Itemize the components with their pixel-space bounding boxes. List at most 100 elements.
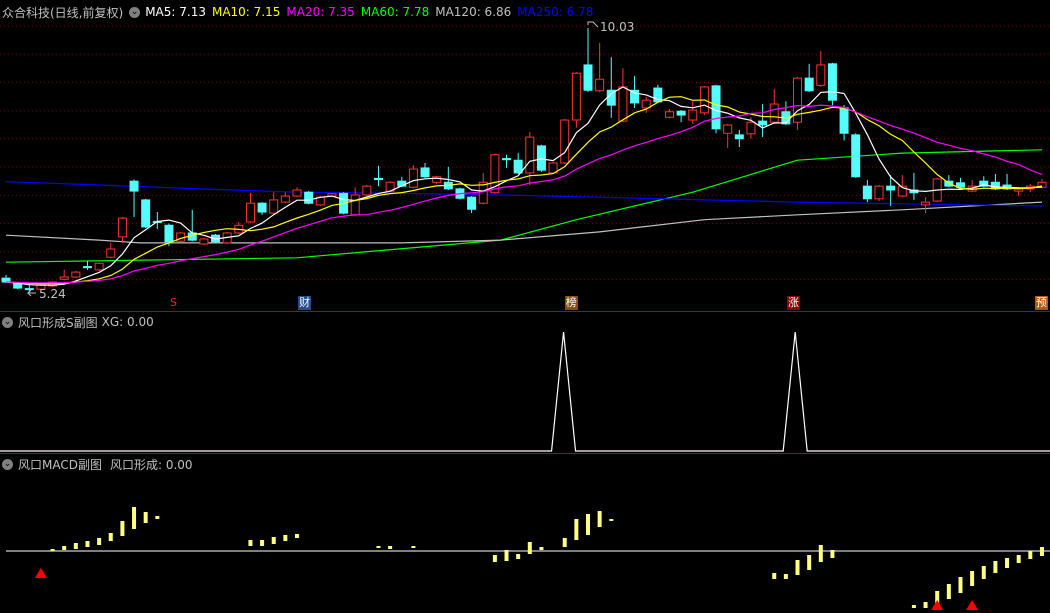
macd-bar [527, 542, 532, 554]
candle [676, 110, 686, 123]
candle-body [350, 194, 360, 216]
candle [909, 172, 919, 200]
candle [502, 154, 512, 168]
stock-title: 众合科技(日线,前复权) [2, 5, 124, 20]
candle-body [304, 191, 314, 204]
marker-forecast[interactable]: 预 [1034, 296, 1048, 310]
candle-body [851, 134, 861, 178]
chevron-down-icon[interactable]: ⌄ [129, 6, 141, 18]
macd-bar [1039, 547, 1044, 556]
macd-bar [795, 560, 800, 575]
buy-signal-triangle-icon [34, 568, 47, 578]
candle-body [688, 109, 698, 121]
candle-body [536, 145, 546, 171]
candle-body [804, 77, 814, 92]
xg-indicator-panel[interactable] [0, 331, 1050, 452]
chevron-down-icon[interactable]: ⌄ [2, 316, 13, 328]
main-chart-header: 众合科技(日线,前复权) ⌄ MA5: 7.13 MA10: 7.15 MA20… [2, 3, 599, 21]
candle [199, 237, 209, 246]
macd-bar [504, 550, 509, 561]
candle-body [921, 201, 931, 206]
chevron-down-icon[interactable]: ⌄ [2, 458, 13, 470]
macd-bar [818, 545, 823, 562]
candle-body [641, 99, 651, 109]
candle-body [816, 64, 826, 86]
price-grid [0, 25, 1050, 281]
macd-indicator-panel[interactable] [6, 507, 1050, 610]
macd-bar [73, 543, 78, 549]
candle [432, 175, 442, 184]
candle-body [106, 248, 116, 258]
candle [129, 179, 139, 217]
candle-body [862, 185, 872, 200]
candle [688, 101, 698, 124]
candle-body [502, 158, 512, 161]
macd-bar [993, 561, 998, 573]
sub1-header: ⌄ 风口形成S副图 XG: 0.00 [2, 313, 160, 331]
candle [280, 192, 290, 204]
candle-body [269, 199, 279, 214]
kline-chart[interactable] [0, 0, 1050, 613]
macd-bar [609, 519, 614, 521]
candle [734, 129, 744, 148]
macd-bar [830, 550, 835, 558]
macd-bar [1016, 555, 1021, 563]
macd-bar [283, 535, 288, 541]
candle-body [676, 110, 686, 116]
macd-bar [923, 602, 928, 608]
candle [94, 262, 104, 271]
candle-body [595, 78, 605, 92]
candle [176, 231, 186, 243]
macd-bar [946, 584, 951, 599]
buy-signal-triangle-icon [931, 600, 944, 610]
macd-bar [574, 519, 579, 540]
marker-rank[interactable]: 榜 [564, 296, 578, 310]
macd-bar [911, 605, 916, 608]
marker-limit-up[interactable]: 涨 [787, 296, 801, 310]
macd-bar [562, 538, 567, 547]
candle-body [373, 177, 383, 181]
marker-finance[interactable]: 财 [298, 296, 312, 310]
macd-bar [143, 512, 148, 523]
macd-bar [85, 541, 90, 547]
macd-bar [50, 549, 55, 551]
macd-bar [807, 555, 812, 570]
candle-body [618, 86, 628, 122]
candle-body [129, 180, 139, 192]
candle [257, 202, 267, 215]
candle-body [513, 159, 523, 174]
macd-bar [260, 540, 265, 546]
candle [618, 68, 628, 123]
candlesticks[interactable] [1, 28, 1047, 292]
xg-line [0, 331, 1050, 452]
xg-value: XG: 0.00 [101, 315, 154, 329]
candle-body [758, 120, 768, 126]
macd-bar [981, 566, 986, 579]
candle [804, 63, 814, 92]
candle-body [839, 107, 849, 134]
candle-body [711, 85, 721, 130]
ma5-label: MA5: 7.13 [145, 5, 206, 19]
candle-body [117, 217, 127, 238]
marker-s[interactable]: S [169, 296, 178, 310]
candle [967, 180, 977, 193]
candle-body [280, 195, 290, 203]
candle-body [874, 185, 884, 200]
sub1-title: 风口形成S副图 [18, 315, 98, 330]
candle [478, 172, 488, 205]
macd-bar [376, 546, 381, 548]
macd-bar [97, 538, 102, 545]
candle-body [664, 111, 674, 118]
macd-bar [120, 521, 125, 536]
candle [816, 51, 826, 87]
candle [292, 187, 302, 198]
macd-bar [132, 507, 137, 529]
candle [769, 89, 779, 124]
candle-body [571, 72, 581, 121]
macd-bar [108, 533, 113, 541]
candle [59, 269, 69, 281]
candle [560, 118, 570, 165]
candle-body [362, 185, 372, 196]
macd-bar [516, 554, 521, 559]
candle [583, 28, 593, 92]
